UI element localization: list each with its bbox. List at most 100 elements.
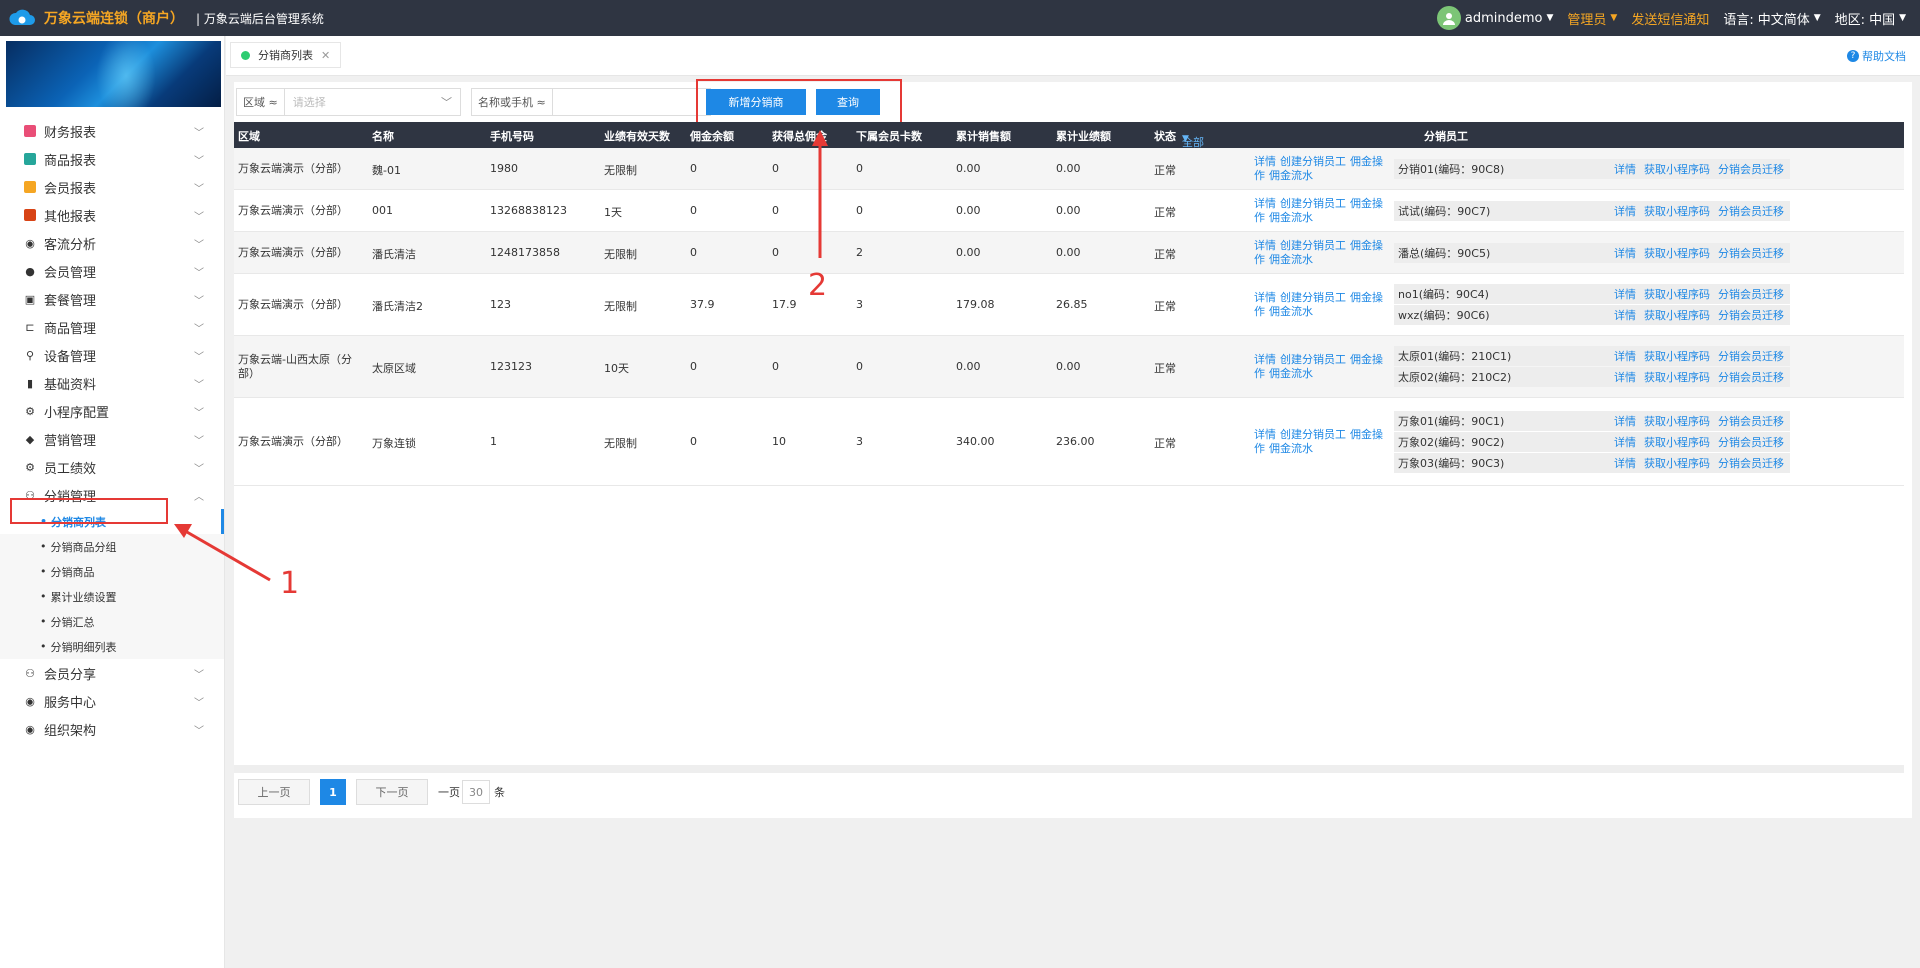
sidebar-subitem-perf-settings[interactable]: • 累计业绩设置 xyxy=(0,584,224,609)
name-input[interactable] xyxy=(553,89,710,115)
create-staff-link[interactable]: 创建分销员工 xyxy=(1280,428,1346,441)
cell-phone: 1980 xyxy=(490,162,518,175)
staff-detail-link[interactable]: 详情 xyxy=(1614,245,1636,261)
page-size-input[interactable]: 30 xyxy=(462,780,490,804)
detail-link[interactable]: 详情 xyxy=(1254,353,1276,366)
query-button[interactable]: 查询 xyxy=(816,89,880,115)
role-menu[interactable]: 管理员 ▼ xyxy=(1567,9,1617,28)
sidebar-item-package[interactable]: ▣ 套餐管理 ﹀ xyxy=(0,285,224,313)
col-sales: 累计销售额 xyxy=(956,130,1011,143)
close-icon[interactable]: ✕ xyxy=(321,49,330,62)
get-qrcode-link[interactable]: 获取小程序码 xyxy=(1644,434,1710,450)
sidebar-item-label: 其他报表 xyxy=(44,209,97,225)
sidebar-item-goods-report[interactable]: 商品报表 ﹀ xyxy=(0,145,224,173)
migrate-members-link[interactable]: 分销会员迁移 xyxy=(1718,434,1784,450)
next-page-button[interactable]: 下一页 xyxy=(356,779,428,805)
get-qrcode-link[interactable]: 获取小程序码 xyxy=(1644,161,1710,177)
prev-page-button[interactable]: 上一页 xyxy=(238,779,310,805)
help-link[interactable]: ? 帮助文档 xyxy=(1847,48,1906,64)
migrate-members-link[interactable]: 分销会员迁移 xyxy=(1718,369,1784,385)
staff-detail-link[interactable]: 详情 xyxy=(1614,161,1636,177)
sidebar-item-finance-report[interactable]: 财务报表 ﹀ xyxy=(0,117,224,145)
get-qrcode-link[interactable]: 获取小程序码 xyxy=(1644,413,1710,429)
commission-flow-link[interactable]: 佣金流水 xyxy=(1269,253,1313,266)
sidebar-item-miniprogram[interactable]: ⚙ 小程序配置 ﹀ xyxy=(0,397,224,425)
current-page[interactable]: 1 xyxy=(320,779,346,805)
create-staff-link[interactable]: 创建分销员工 xyxy=(1280,155,1346,168)
get-qrcode-link[interactable]: 获取小程序码 xyxy=(1644,245,1710,261)
user-menu[interactable]: admindemo ▼ xyxy=(1436,6,1553,30)
commission-flow-link[interactable]: 佣金流水 xyxy=(1269,442,1313,455)
sidebar-item-label: 分销汇总 xyxy=(50,615,95,629)
tab-bar: 分销商列表 ✕ ? 帮助文档 xyxy=(226,36,1920,76)
migrate-members-link[interactable]: 分销会员迁移 xyxy=(1718,161,1784,177)
sidebar-item-traffic[interactable]: ◉ 客流分析 ﹀ xyxy=(0,229,224,257)
table-row: 万象云端演示（分部） 魏-01 1980 无限制 0 0 0 0.00 0.00 正常 详情 创建分销… xyxy=(234,148,1904,190)
create-staff-link[interactable]: 创建分销员工 xyxy=(1280,353,1346,366)
gear-icon: ⚙ xyxy=(25,404,35,418)
commission-flow-link[interactable]: 佣金流水 xyxy=(1269,367,1313,380)
detail-link[interactable]: 详情 xyxy=(1254,197,1276,210)
chevron-down-icon: ﹀ xyxy=(194,697,204,709)
staff-detail-link[interactable]: 详情 xyxy=(1614,203,1636,219)
create-staff-link[interactable]: 创建分销员工 xyxy=(1280,239,1346,252)
staff-detail-link[interactable]: 详情 xyxy=(1614,455,1636,471)
staff-detail-link[interactable]: 详情 xyxy=(1614,348,1636,364)
migrate-members-link[interactable]: 分销会员迁移 xyxy=(1718,413,1784,429)
sidebar-item-member-share[interactable]: ⚇ 会员分享 ﹀ xyxy=(0,659,224,687)
commission-flow-link[interactable]: 佣金流水 xyxy=(1269,169,1313,182)
commission-flow-link[interactable]: 佣金流水 xyxy=(1269,305,1313,318)
migrate-members-link[interactable]: 分销会员迁移 xyxy=(1718,455,1784,471)
sidebar-item-marketing[interactable]: ◆ 营销管理 ﹀ xyxy=(0,425,224,453)
migrate-members-link[interactable]: 分销会员迁移 xyxy=(1718,245,1784,261)
tab-distributor-list[interactable]: 分销商列表 ✕ xyxy=(230,42,342,68)
create-staff-link[interactable]: 创建分销员工 xyxy=(1280,197,1346,210)
detail-link[interactable]: 详情 xyxy=(1254,428,1276,441)
staff-detail-link[interactable]: 详情 xyxy=(1614,413,1636,429)
create-staff-link[interactable]: 创建分销员工 xyxy=(1280,291,1346,304)
sidebar-item-device[interactable]: ⚲ 设备管理 ﹀ xyxy=(0,341,224,369)
staff-detail-link[interactable]: 详情 xyxy=(1614,307,1636,323)
add-distributor-button[interactable]: 新增分销商 xyxy=(706,89,806,115)
sms-link[interactable]: 发送短信通知 xyxy=(1631,9,1709,28)
detail-link[interactable]: 详情 xyxy=(1254,291,1276,304)
sidebar-subitem-detail-list[interactable]: • 分销明细列表 xyxy=(0,634,224,659)
language-select[interactable]: 语言: 中文简体 ▼ xyxy=(1723,9,1820,28)
sidebar-item-performance[interactable]: ⚙ 员工绩效 ﹀ xyxy=(0,453,224,481)
logo[interactable]: 万象云端连锁（商户） | 万象云端后台管理系统 xyxy=(0,7,324,29)
get-qrcode-link[interactable]: 获取小程序码 xyxy=(1644,369,1710,385)
region-select[interactable]: 地区: 中国 ▼ xyxy=(1835,9,1906,28)
sidebar-item-other-report[interactable]: 其他报表 ﹀ xyxy=(0,201,224,229)
migrate-members-link[interactable]: 分销会员迁移 xyxy=(1718,286,1784,302)
sidebar-subitem-goods[interactable]: • 分销商品 xyxy=(0,559,224,584)
sidebar-item-goods[interactable]: ⊏ 商品管理 ﹀ xyxy=(0,313,224,341)
sidebar-subitem-goods-group[interactable]: • 分销商品分组 xyxy=(0,534,224,559)
get-qrcode-link[interactable]: 获取小程序码 xyxy=(1644,203,1710,219)
sidebar-item-org[interactable]: ◉ 组织架构 ﹀ xyxy=(0,715,224,743)
detail-link[interactable]: 详情 xyxy=(1254,239,1276,252)
migrate-members-link[interactable]: 分销会员迁移 xyxy=(1718,203,1784,219)
staff-detail-link[interactable]: 详情 xyxy=(1614,286,1636,302)
sidebar-item-service-center[interactable]: ◉ 服务中心 ﹀ xyxy=(0,687,224,715)
commission-flow-link[interactable]: 佣金流水 xyxy=(1269,211,1313,224)
sidebar-item-member-report[interactable]: 会员报表 ﹀ xyxy=(0,173,224,201)
get-qrcode-link[interactable]: 获取小程序码 xyxy=(1644,455,1710,471)
get-qrcode-link[interactable]: 获取小程序码 xyxy=(1644,307,1710,323)
staff-list: 分销01(编码：90C8) 详情 获取小程序码 分销会员迁移 xyxy=(1394,158,1790,180)
staff-detail-link[interactable]: 详情 xyxy=(1614,369,1636,385)
staff-detail-link[interactable]: 详情 xyxy=(1614,434,1636,450)
sidebar-subitem-summary[interactable]: • 分销汇总 xyxy=(0,609,224,634)
get-qrcode-link[interactable]: 获取小程序码 xyxy=(1644,348,1710,364)
migrate-members-link[interactable]: 分销会员迁移 xyxy=(1718,307,1784,323)
get-qrcode-link[interactable]: 获取小程序码 xyxy=(1644,286,1710,302)
region-select[interactable]: 请选择 ﹀ xyxy=(285,89,460,115)
migrate-members-link[interactable]: 分销会员迁移 xyxy=(1718,348,1784,364)
system-name: | 万象云端后台管理系统 xyxy=(196,11,324,26)
sidebar-item-member[interactable]: ● 会员管理 ﹀ xyxy=(0,257,224,285)
name-filter: 名称或手机 ≈ xyxy=(471,88,711,116)
staff-item: wxz(编码：90C6) 详情 获取小程序码 分销会员迁移 xyxy=(1394,305,1790,325)
chevron-down-icon: ▼ xyxy=(1182,134,1189,144)
filter-bar: 区域 ≈ 请选择 ﹀ 名称或手机 ≈ xyxy=(234,82,711,122)
detail-link[interactable]: 详情 xyxy=(1254,155,1276,168)
sidebar-item-basic[interactable]: ▮ 基础资料 ﹀ xyxy=(0,369,224,397)
